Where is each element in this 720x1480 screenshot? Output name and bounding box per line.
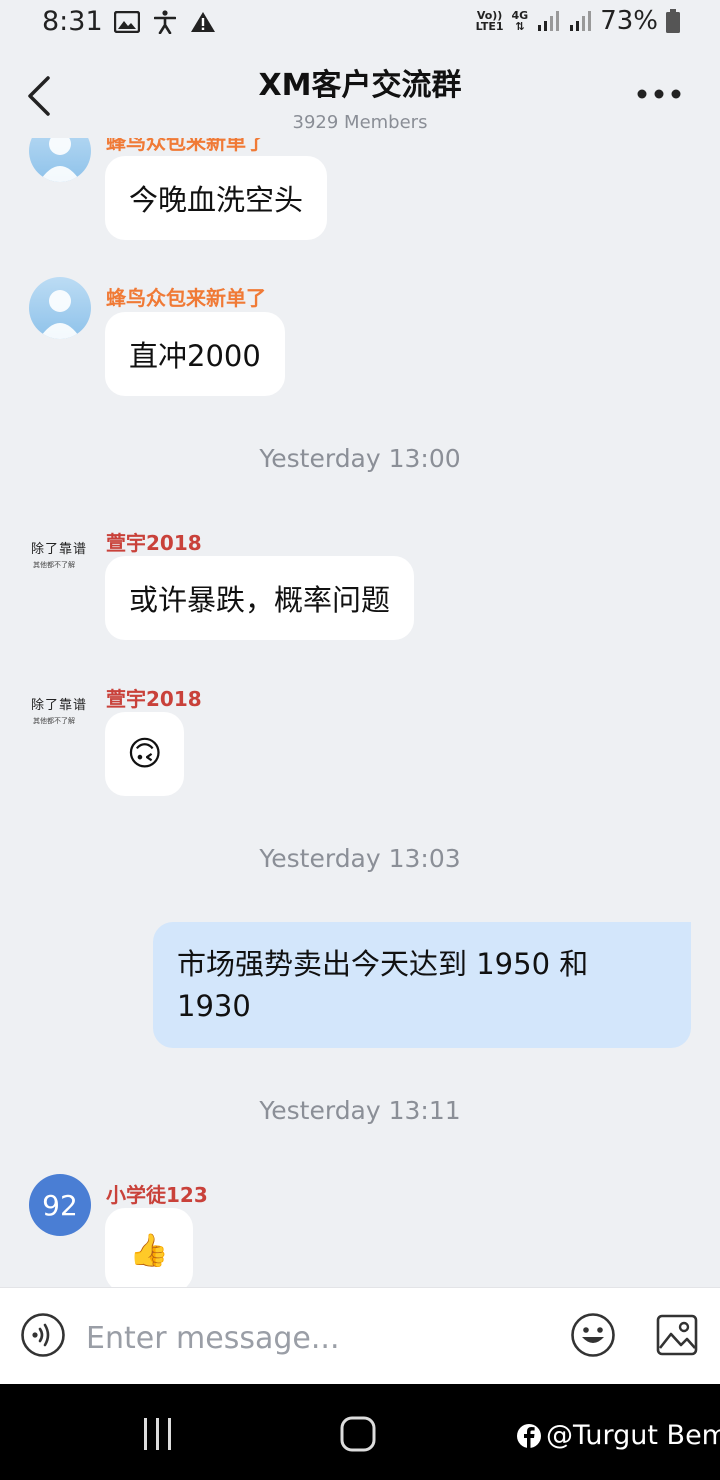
watermark: @Turgut Bem: [516, 1420, 720, 1451]
status-bar: 8:31 Vo)) LTE1 4G ⇅ 73%: [0, 0, 720, 48]
gallery-notification-icon: [114, 11, 140, 33]
timestamp: Yesterday 13:11: [259, 1096, 461, 1125]
avatar[interactable]: 除了靠谱 其他都不了解: [29, 676, 91, 738]
facebook-icon: [517, 1423, 541, 1448]
volte-indicator: Vo)) LTE1: [475, 9, 504, 33]
message-input[interactable]: [86, 1318, 546, 1358]
sender-name: 萱宇2018: [106, 531, 202, 555]
battery-percent: 73%: [600, 6, 658, 36]
more-options-button[interactable]: [636, 86, 682, 102]
message-bubble[interactable]: 🙃: [105, 712, 185, 796]
sender-name: 蜂鸟众包来新单了: [106, 138, 266, 154]
status-time: 8:31: [42, 6, 103, 37]
message-bubble[interactable]: 直冲2000: [105, 312, 285, 396]
message-bubble[interactable]: 今晚血洗空头: [105, 156, 328, 240]
default-avatar-icon: [29, 138, 91, 182]
avatar[interactable]: 92: [29, 1174, 91, 1236]
avatar[interactable]: [29, 277, 91, 339]
message-input-bar: [0, 1287, 720, 1384]
emoji-icon[interactable]: [570, 1312, 616, 1358]
chat-title: XM客户交流群: [258, 68, 462, 103]
warning-icon: [191, 12, 215, 32]
message-bubble[interactable]: 👍: [105, 1208, 193, 1287]
avatar[interactable]: 除了靠谱 其他都不了解: [29, 520, 91, 582]
home-button[interactable]: [340, 1416, 376, 1452]
member-count: 3929 Members: [292, 112, 428, 133]
network-type-indicator: 4G ⇅: [511, 9, 529, 33]
image-icon[interactable]: [656, 1314, 698, 1356]
battery-icon: [666, 9, 680, 33]
voice-input-icon[interactable]: [20, 1312, 66, 1358]
timestamp: Yesterday 13:00: [259, 444, 461, 473]
sender-name: 小学徒123: [106, 1183, 208, 1207]
chat-header: XM客户交流群 3929 Members: [0, 48, 720, 138]
signal-icon: [538, 11, 560, 31]
my-message-bubble[interactable]: 市场强势卖出今天达到 1950 和 1930: [153, 922, 691, 1048]
sender-name: 蜂鸟众包来新单了: [106, 286, 266, 310]
sender-name: 萱宇2018: [106, 687, 202, 711]
message-bubble[interactable]: 或许暴跌，概率问题: [105, 556, 415, 640]
avatar[interactable]: [29, 138, 91, 182]
default-avatar-icon: [29, 277, 91, 339]
system-nav-bar: @Turgut Bem: [0, 1384, 720, 1480]
message-list[interactable]: 蜂鸟众包来新单了 今晚血洗空头 蜂鸟众包来新单了 直冲2000 Yesterda…: [0, 138, 720, 1287]
timestamp: Yesterday 13:03: [259, 844, 461, 873]
signal-icon-2: [570, 11, 592, 31]
recent-apps-button[interactable]: [140, 1418, 176, 1450]
accessibility-icon: [154, 10, 176, 34]
